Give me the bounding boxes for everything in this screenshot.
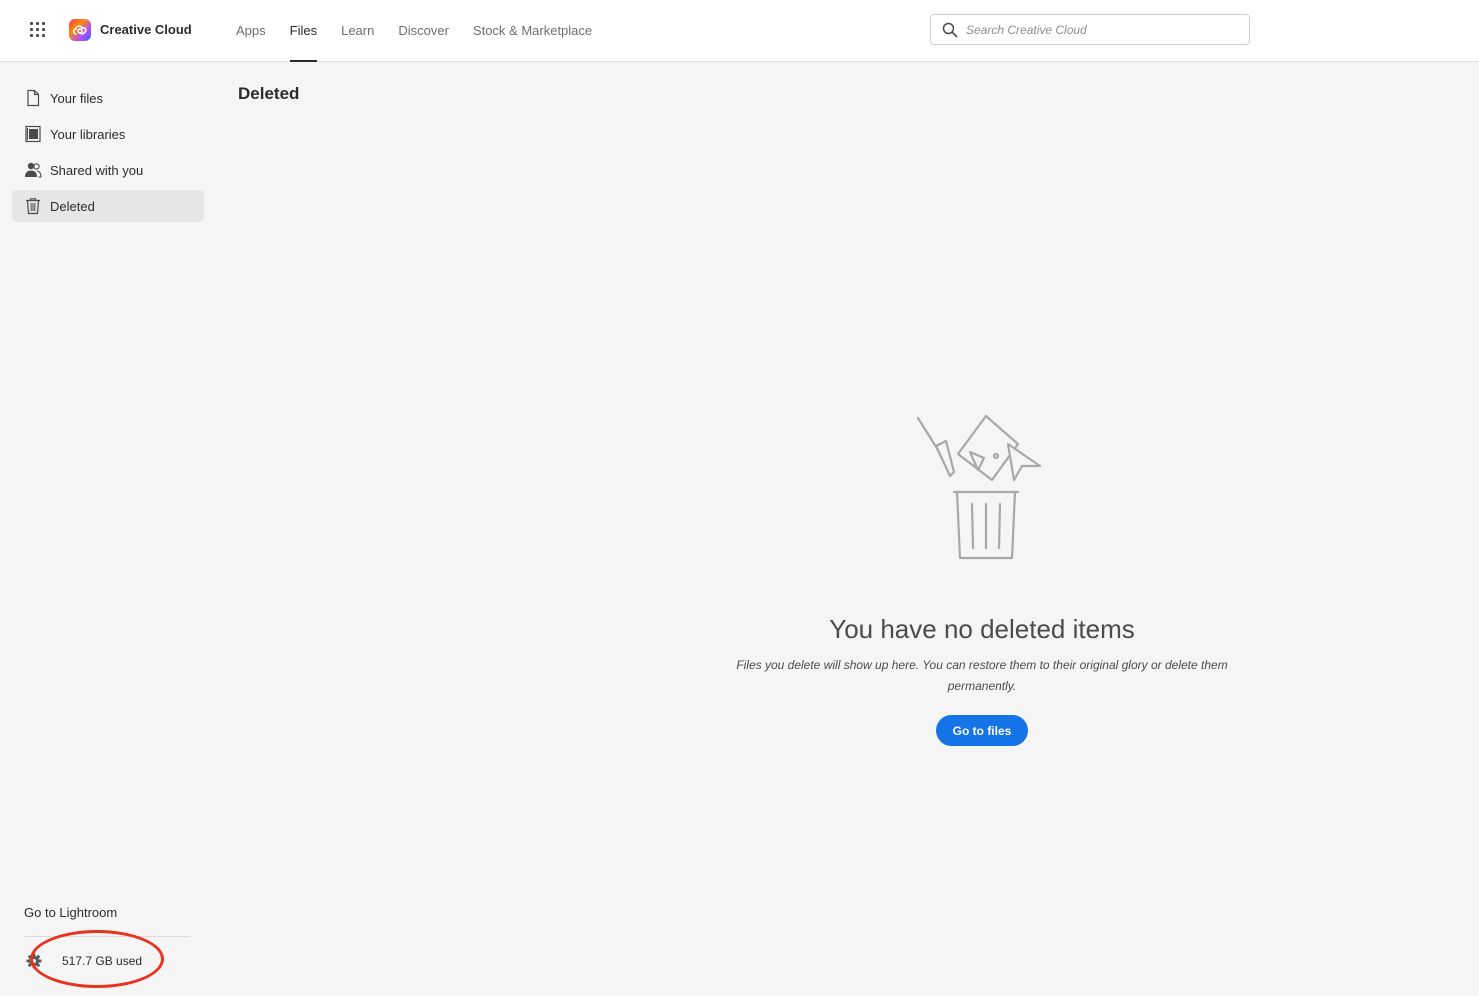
library-icon [25,125,41,143]
empty-state-description: Files you delete will show up here. You … [736,658,1228,693]
creative-cloud-logo-icon[interactable] [69,19,91,41]
sidebar-divider [24,936,190,937]
search-input[interactable] [966,15,1244,44]
top-bar: Creative Cloud Apps Files Learn Discover… [0,0,1479,62]
brand-name[interactable]: Creative Cloud [100,22,192,37]
trash-illustration-icon [916,414,1042,560]
main-nav: Apps Files Learn Discover Stock & Market… [236,0,616,62]
sidebar-item-label: Your files [50,91,103,106]
trash-icon [26,198,40,215]
page-title: Deleted [238,84,300,103]
people-icon [25,162,42,178]
go-to-lightroom-link[interactable]: Go to Lightroom [24,905,117,920]
storage-used-text[interactable]: 517.7 GB used [62,954,142,968]
search-box[interactable] [930,14,1250,45]
search-icon [942,22,958,38]
empty-state-heading: You have no deleted items [829,614,1135,644]
nav-tab-stock-marketplace[interactable]: Stock & Marketplace [473,0,592,62]
sidebar-item-your-libraries[interactable]: Your libraries [12,118,204,150]
sidebar-item-label: Deleted [50,199,95,214]
nav-tab-files[interactable]: Files [289,0,318,62]
nav-tab-discover[interactable]: Discover [398,0,449,62]
sidebar-item-deleted[interactable]: Deleted [12,190,204,222]
file-icon [27,89,40,107]
nav-tab-apps[interactable]: Apps [236,0,266,62]
sidebar-item-shared-with-you[interactable]: Shared with you [12,154,204,186]
sidebar-item-label: Shared with you [50,163,144,178]
nav-tab-learn[interactable]: Learn [341,0,374,62]
go-to-files-button[interactable]: Go to files [936,715,1028,746]
sidebar: Your files Your libraries Shared with yo… [0,62,216,996]
gear-icon[interactable] [26,953,42,969]
app-switcher-grid-icon[interactable] [26,18,50,42]
sidebar-item-label: Your libraries [50,127,126,142]
sidebar-item-your-files[interactable]: Your files [12,82,204,114]
